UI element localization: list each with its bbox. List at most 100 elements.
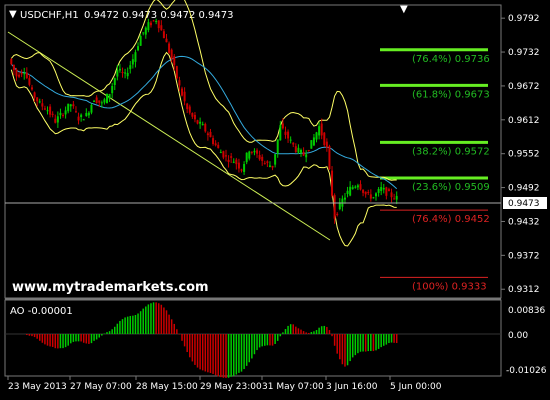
candle-body	[377, 189, 380, 193]
candle-body	[300, 149, 302, 153]
candle-body	[263, 163, 266, 165]
candle-body	[33, 92, 36, 98]
candle-body	[217, 144, 220, 149]
time-tick-label: 3 Jun 16:00	[326, 382, 378, 392]
candle-body	[64, 110, 67, 115]
fib-label: (61.8%) 0.9673	[412, 89, 490, 100]
price-tick-label: 0.9612	[508, 116, 540, 126]
candle-body	[103, 99, 106, 103]
candle-body	[38, 101, 41, 103]
candle-body	[43, 108, 46, 110]
moving-average	[10, 55, 398, 190]
candle-body	[181, 88, 184, 96]
fib-label: (100%) 0.9333	[412, 281, 487, 292]
time-tick-label: 28 May 15:00	[136, 382, 198, 392]
symbol-label: USDCHF,H1	[20, 10, 79, 21]
candle-body	[186, 103, 189, 110]
candle-body	[305, 154, 308, 158]
candle-body	[121, 72, 124, 74]
candle-body	[310, 140, 313, 149]
candle-body	[336, 213, 339, 215]
candle-body	[74, 111, 77, 113]
chart-canvas[interactable]: ▼ USDCHF,H1 0.9472 0.9473 0.9472 0.9473 …	[0, 0, 550, 400]
price-axis: 0.9792 0.9732 0.9672 0.9612 0.9552 0.9492 0.94…	[501, 14, 540, 295]
candle-body	[142, 32, 145, 34]
watermark-text: www.mytrademarkets.com	[12, 280, 209, 295]
candle-body	[30, 87, 33, 90]
candle-body	[245, 152, 248, 163]
candle-body	[134, 52, 137, 62]
candle-body	[243, 164, 246, 172]
candle-body	[395, 195, 398, 200]
candle-body	[25, 72, 28, 79]
candle-body	[346, 190, 349, 194]
candle-body	[178, 80, 181, 86]
candle-body	[72, 104, 75, 107]
candle-body	[160, 25, 163, 31]
candle-body	[155, 20, 158, 22]
candle-body	[256, 150, 259, 154]
fib-levels: (76.4%) 0.9736 (61.8%) 0.9673 (38.2%) 0.95…	[380, 48, 490, 292]
candle-body	[375, 193, 378, 197]
ao-label-bottom: -0.01026	[506, 366, 547, 376]
candle-body	[271, 165, 274, 168]
price-tick-label: 0.9732	[508, 48, 540, 58]
header-arrow-icon[interactable]: ▼	[9, 9, 17, 20]
candle-body	[315, 132, 318, 140]
candle-body	[230, 156, 233, 158]
candle-body	[82, 119, 85, 121]
candle-body	[77, 116, 80, 121]
candle-body	[351, 187, 354, 189]
candle-body	[131, 59, 134, 65]
candle-body	[219, 152, 222, 154]
lower-band	[10, 51, 397, 247]
price-tick-label: 0.9672	[508, 82, 540, 92]
price-tick-label: 0.9492	[508, 184, 540, 194]
candle-body	[85, 113, 88, 116]
candle-body	[152, 20, 155, 22]
candle-body	[248, 151, 251, 159]
candle-body	[212, 138, 215, 144]
candle-body	[108, 94, 111, 99]
scroll-arrow-icon[interactable]: ▼	[400, 4, 408, 15]
candle-body	[87, 112, 90, 116]
candle-body	[149, 22, 152, 26]
candle-body	[349, 186, 352, 196]
ao-title: AO -0.00001	[10, 306, 73, 317]
candle-body	[46, 110, 49, 112]
candle-body	[258, 155, 261, 160]
candle-body	[284, 131, 287, 135]
candle-body	[193, 114, 196, 120]
ao-label-top: 0.00836	[508, 306, 545, 316]
candle-body	[118, 68, 121, 71]
ma-line	[10, 55, 398, 190]
time-tick-label: 27 May 07:00	[70, 382, 132, 392]
candle-body	[359, 184, 362, 190]
candle-body	[387, 189, 390, 192]
candle-body	[253, 150, 256, 153]
candle-body	[41, 103, 44, 107]
candle-body	[51, 113, 54, 115]
candle-body	[168, 43, 171, 53]
candle-body	[307, 150, 310, 152]
candle-body	[175, 66, 178, 79]
candle-body	[157, 20, 160, 29]
fib-label: (76.4%) 0.9452	[412, 214, 490, 225]
fib-label: (38.2%) 0.9572	[412, 146, 490, 157]
candle-body	[113, 78, 116, 85]
candle-body	[20, 72, 23, 75]
candle-body	[325, 141, 328, 148]
candle-body	[116, 70, 119, 77]
candle-body	[276, 139, 279, 154]
candle-body	[274, 154, 277, 165]
fib-label: (23.6%) 0.9509	[412, 182, 490, 193]
candle-body	[126, 72, 129, 77]
price-tick-label: 0.9792	[508, 14, 540, 24]
candle-body	[100, 102, 103, 104]
ao-label-zero: 0.00	[508, 331, 528, 341]
current-price-label: 0.9473	[508, 199, 540, 209]
candle-body	[206, 133, 209, 136]
upper-band	[10, 0, 397, 181]
candle-body	[56, 116, 59, 123]
candle-body	[367, 192, 370, 194]
